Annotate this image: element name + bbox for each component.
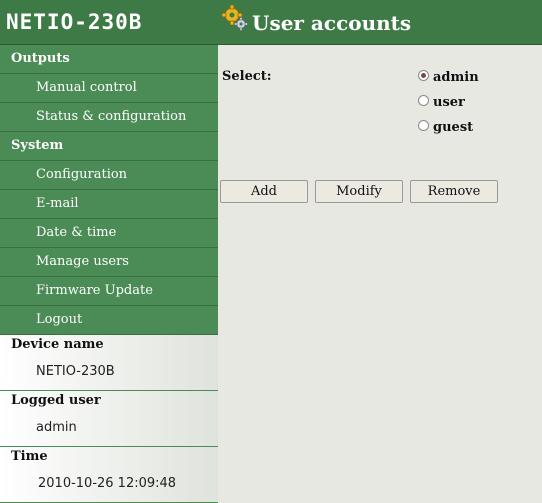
user-option-label: admin [433, 70, 479, 85]
remove-button[interactable]: Remove [410, 180, 498, 203]
radio-user[interactable] [418, 95, 429, 106]
sidebar-item-firmware-update[interactable]: Firmware Update [0, 277, 218, 306]
user-option-guest[interactable]: guest [418, 119, 473, 137]
sidebar-section-system: System [0, 132, 218, 161]
logged-user-label: Logged user [0, 391, 218, 415]
user-option-label: guest [433, 120, 474, 135]
radio-guest[interactable] [418, 120, 429, 131]
sidebar-item-configuration[interactable]: Configuration [0, 161, 218, 190]
user-option-label: user [433, 95, 465, 110]
header-bar: NETIO-230B User accounts [0, 0, 542, 45]
sidebar-item-manual-control[interactable]: Manual control [0, 74, 218, 103]
modify-button[interactable]: Modify [315, 180, 403, 203]
sidebar-item-date-time[interactable]: Date & time [0, 219, 218, 248]
time-value: 2010-10-26 12:09:48 [0, 471, 218, 503]
user-option-user[interactable]: user [418, 94, 465, 112]
select-label: Select: [222, 69, 272, 84]
netio-logo: NETIO-230B [6, 10, 143, 34]
time-label: Time [0, 447, 218, 471]
sidebar-item-manage-users[interactable]: Manage users [0, 248, 218, 277]
user-option-admin[interactable]: admin [418, 69, 479, 87]
sidebar-item-email[interactable]: E-mail [0, 190, 218, 219]
device-name-value: NETIO-230B [0, 359, 218, 391]
add-button[interactable]: Add [220, 180, 308, 203]
gear-icon [222, 5, 248, 31]
sidebar-section-outputs: Outputs [0, 45, 218, 74]
sidebar: Outputs Manual control Status & configur… [0, 45, 218, 503]
logged-user-value: admin [0, 415, 218, 447]
sidebar-item-logout[interactable]: Logout [0, 306, 218, 335]
sidebar-item-status-configuration[interactable]: Status & configuration [0, 103, 218, 132]
device-name-label: Device name [0, 335, 218, 359]
page-title: User accounts [252, 11, 412, 35]
radio-admin[interactable] [418, 70, 429, 81]
